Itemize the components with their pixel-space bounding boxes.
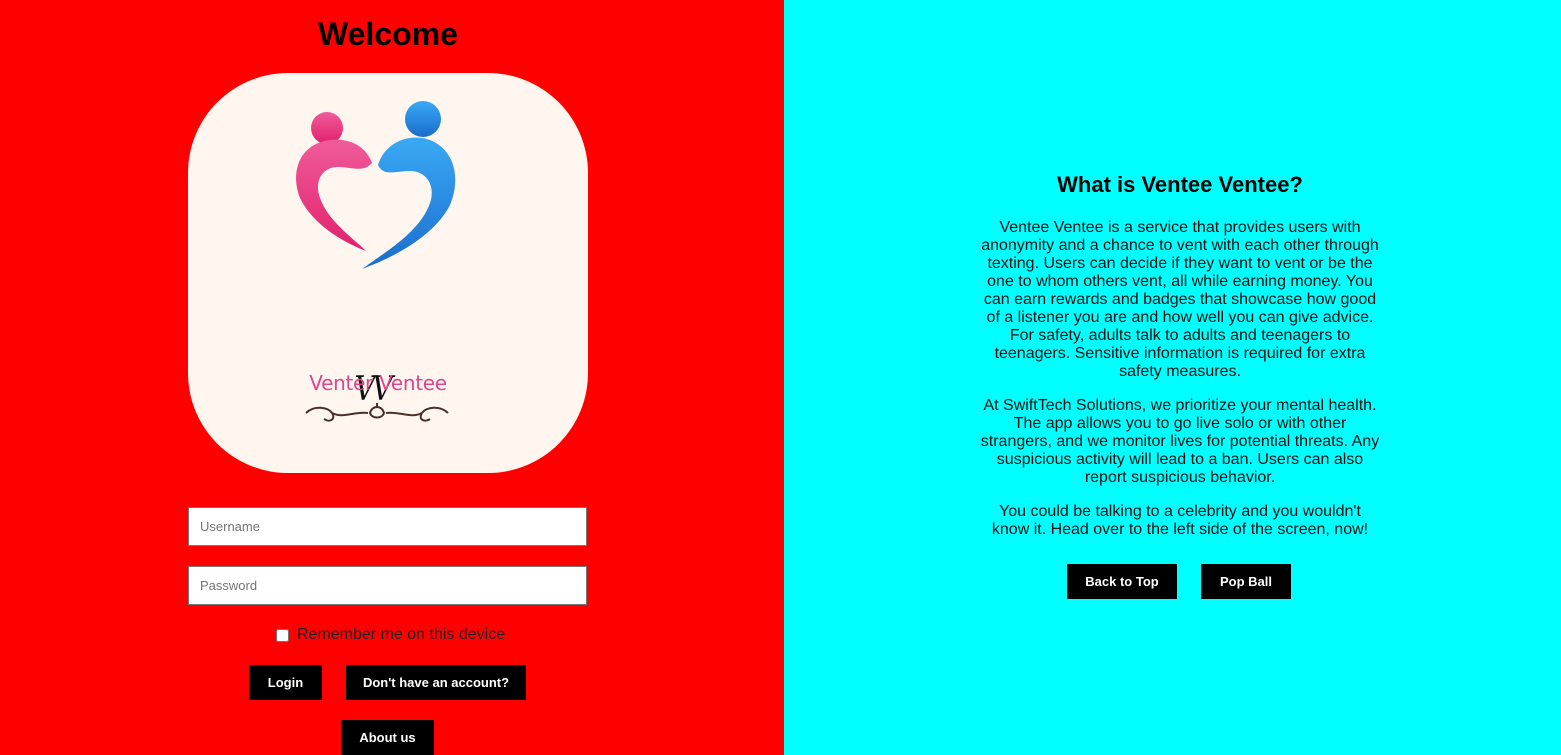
back-to-top-button[interactable]: Back to Top <box>1067 564 1177 599</box>
info-paragraph: Ventee Ventee is a service that provides… <box>981 219 1379 380</box>
about-us-button[interactable]: About us <box>341 720 434 755</box>
logo-brand-name: Venter Ventee <box>309 371 447 395</box>
app-logo: VV Venter Ventee <box>188 73 588 473</box>
username-input[interactable] <box>188 507 587 546</box>
info-paragraph: At SwiftTech Solutions, we prioritize yo… <box>980 397 1380 486</box>
page-title: Welcome <box>318 16 458 52</box>
info-paragraph: You could be talking to a celebrity and … <box>991 503 1369 538</box>
remember-me-label: Remember me on this device <box>297 626 506 643</box>
signup-button[interactable]: Don't have an account? <box>346 665 526 700</box>
info-section: What is Ventee Ventee? Ventee Ventee is … <box>980 172 1380 555</box>
password-input[interactable] <box>188 566 587 605</box>
heart-people-icon <box>296 101 456 422</box>
remember-me[interactable]: Remember me on this device <box>274 625 505 645</box>
info-heading: What is Ventee Ventee? <box>1057 172 1303 197</box>
info-panel: What is Ventee Ventee? Ventee Ventee is … <box>784 0 1561 755</box>
login-panel: Welcome VV Venter Ventee Username Rememb… <box>0 0 784 755</box>
login-button[interactable]: Login <box>249 665 322 700</box>
pop-ball-button[interactable]: Pop Ball <box>1201 564 1291 599</box>
remember-me-checkbox[interactable] <box>276 628 289 642</box>
